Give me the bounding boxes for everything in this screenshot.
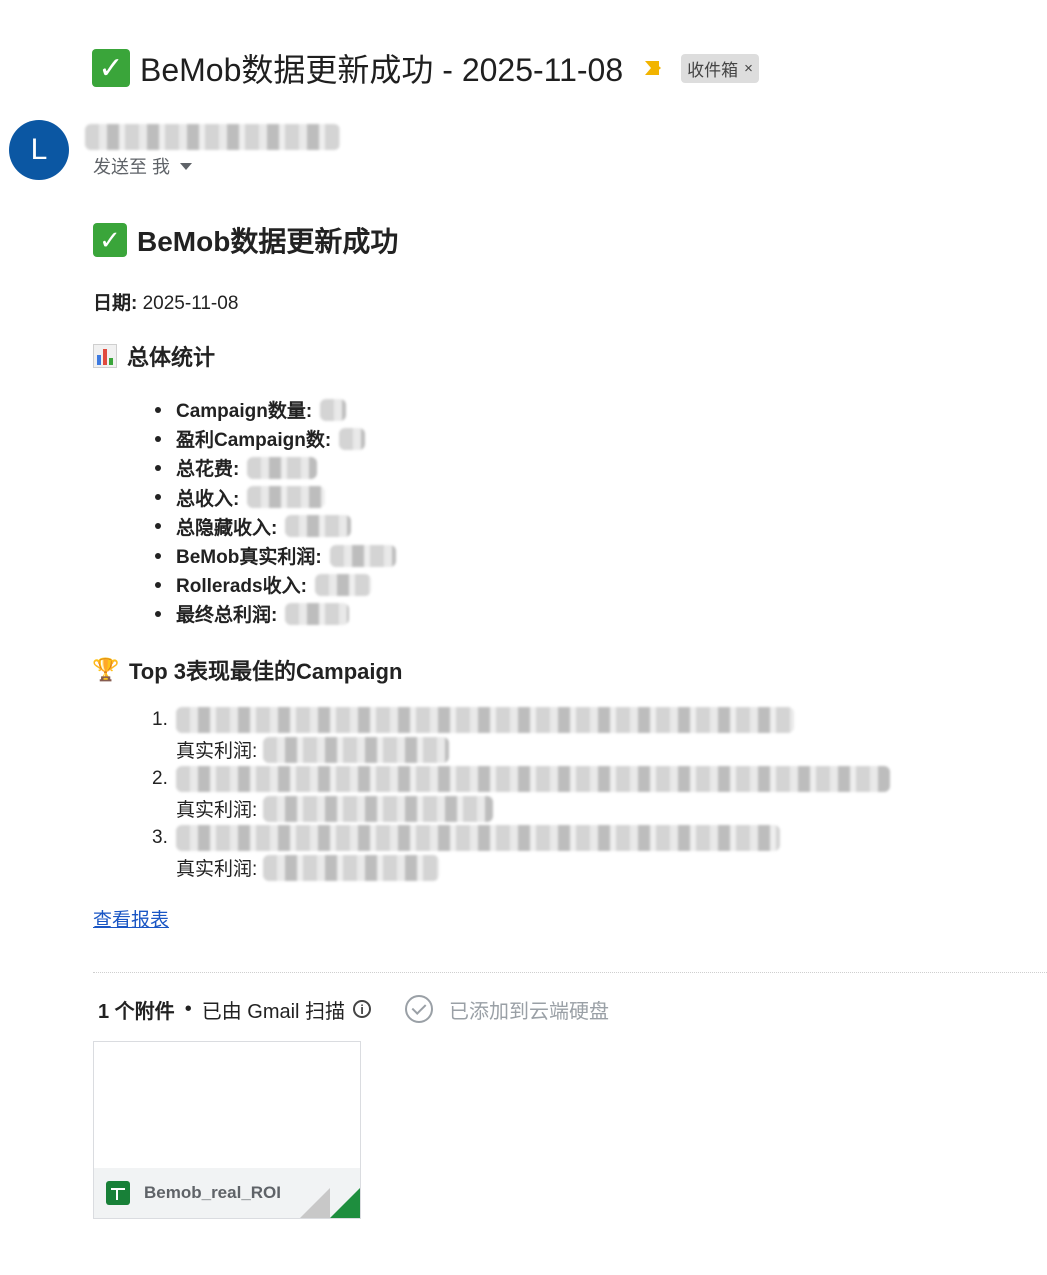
body-heading-text: BeMob数据更新成功 <box>137 226 399 257</box>
stat-label: 总花费: <box>176 459 240 481</box>
stat-label: 最终总利润: <box>176 605 278 627</box>
label-chip-text: 收件箱 <box>687 60 739 80</box>
attachment-count: 1 个附件 <box>98 1000 175 1023</box>
list-item: Campaign数量: <box>155 395 396 424</box>
stat-value-redacted <box>329 544 396 567</box>
stat-label: 盈利Campaign数: <box>176 430 332 452</box>
attachments-header: 1 个附件 • 已由 Gmail 扫描 i 已添加到云端硬盘 <box>98 994 609 1024</box>
profit-label: 真实利润: <box>176 859 258 880</box>
chevron-down-icon[interactable] <box>180 162 193 170</box>
profit-value-redacted <box>263 736 450 763</box>
stat-label: Campaign数量: <box>176 401 313 423</box>
list-item: 盈利Campaign数: <box>155 424 396 453</box>
bar-chart-icon <box>93 344 117 368</box>
stat-label: 总隐藏收入: <box>176 517 278 539</box>
stat-value-redacted <box>247 486 326 509</box>
info-icon[interactable]: i <box>353 1000 372 1018</box>
date-label: 日期: <box>93 293 138 314</box>
check-mark-icon: ✓ <box>93 223 127 257</box>
attachment-file-name: Bemob_real_ROI <box>144 1183 281 1202</box>
subject-row: ✓ BeMob数据更新成功 - 2025-11-08 收件箱 × <box>92 44 759 92</box>
stat-value-redacted <box>285 602 350 625</box>
item-number: 3. <box>152 827 168 848</box>
email-subject: BeMob数据更新成功 - 2025-11-08 <box>140 52 624 88</box>
sent-to-text: 发送至 我 <box>93 157 171 177</box>
campaign-name-redacted <box>176 707 794 733</box>
campaign-name-redacted <box>176 825 780 851</box>
importance-marker-icon[interactable] <box>645 61 665 75</box>
sheets-icon <box>106 1181 130 1205</box>
list-item: 总隐藏收入: <box>155 512 396 541</box>
list-item: 最终总利润: <box>155 599 396 628</box>
date-line: 日期: 2025-11-08 <box>93 288 238 315</box>
check-circle-icon <box>405 995 434 1023</box>
profit-label: 真实利润: <box>176 800 258 821</box>
recipient-details[interactable]: 发送至 我 <box>93 153 193 179</box>
item-number: 1. <box>152 709 168 730</box>
profit-value-redacted <box>263 795 494 822</box>
profit-value-redacted <box>263 854 440 881</box>
check-mark-icon: ✓ <box>92 49 130 87</box>
body-heading: ✓ BeMob数据更新成功 <box>93 220 398 260</box>
item-number: 2. <box>152 768 168 789</box>
sender-avatar[interactable]: L <box>9 120 69 180</box>
stats-title-text: 总体统计 <box>127 345 216 370</box>
campaign-name-redacted <box>176 766 890 792</box>
list-item: 总花费: <box>155 453 396 482</box>
stat-label: BeMob真实利润: <box>176 547 322 569</box>
corner-fold-shade <box>300 1188 330 1218</box>
divider <box>93 972 1047 973</box>
email-view: ✓ BeMob数据更新成功 - 2025-11-08 收件箱 × L 发送至 我… <box>0 0 1047 1275</box>
label-chip-inbox[interactable]: 收件箱 × <box>681 53 759 83</box>
list-item: BeMob真实利润: <box>155 541 396 570</box>
stat-label: Rollerads收入: <box>176 576 307 598</box>
stat-label: 总收入: <box>176 488 240 510</box>
view-report-link[interactable]: 查看报表 <box>93 905 169 932</box>
stats-list: Campaign数量: 盈利Campaign数: 总花费: 总收入: 总隐藏收入… <box>155 395 396 629</box>
stat-value-redacted <box>285 515 352 538</box>
stat-value-redacted <box>314 573 371 596</box>
stat-value-redacted <box>339 427 366 450</box>
list-item: Rollerads收入: <box>155 570 396 599</box>
list-item: 2. 真实利润: <box>152 764 890 823</box>
date-value: 2025-11-08 <box>142 293 239 314</box>
label-remove-icon[interactable]: × <box>744 60 753 77</box>
top-campaign-list: 1. 真实利润: 2. 真实利润: 3. 真实利润: <box>152 705 890 882</box>
scan-text: 已由 Gmail 扫描 <box>201 1000 346 1023</box>
top-title-text: Top 3表现最佳的Campaign <box>129 659 403 684</box>
stats-section-title: 总体统计 <box>93 340 215 372</box>
attachment-card[interactable]: Bemob_real_ROI <box>93 1041 361 1219</box>
profit-label: 真实利润: <box>176 741 258 762</box>
sender-name-redacted <box>85 124 340 150</box>
separator-dot: • <box>184 997 192 1020</box>
list-item: 3. 真实利润: <box>152 823 890 882</box>
corner-fold-icon <box>330 1188 360 1218</box>
top-section-title: 🏆 Top 3表现最佳的Campaign <box>92 654 403 686</box>
list-item: 总收入: <box>155 483 396 512</box>
trophy-icon: 🏆 <box>92 657 120 682</box>
list-item: 1. 真实利润: <box>152 705 890 764</box>
drive-status-text: 已添加到云端硬盘 <box>449 1000 610 1023</box>
stat-value-redacted <box>247 456 318 479</box>
stat-value-redacted <box>320 398 347 421</box>
